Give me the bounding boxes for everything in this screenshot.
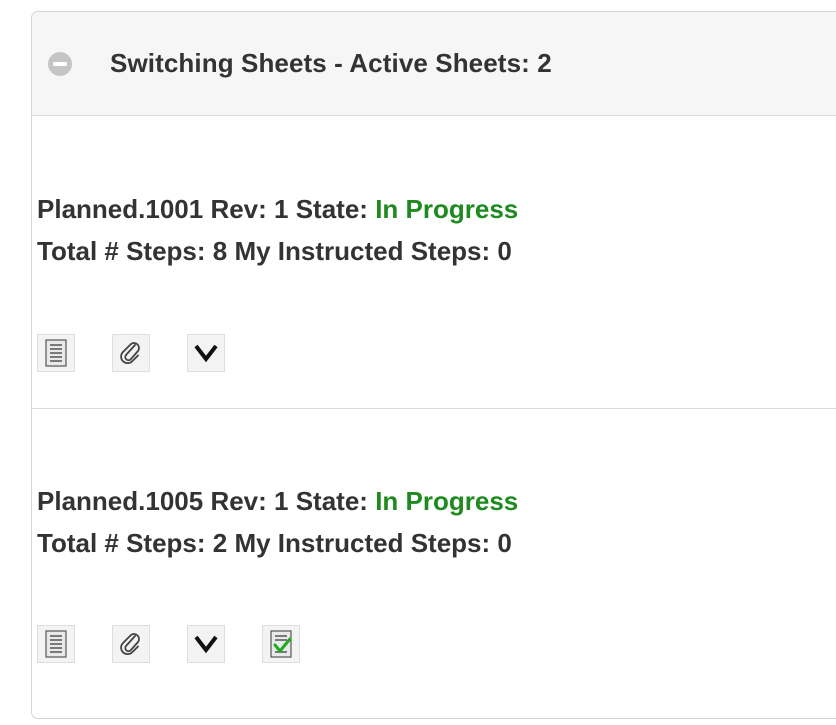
sheet-actions-toolbar — [37, 334, 836, 372]
sheet-revision: Rev: 1 — [210, 194, 289, 224]
view-steps-button[interactable] — [37, 334, 75, 372]
instructed-steps: My Instructed Steps: 0 — [234, 236, 512, 266]
sheet-state-label: State: — [295, 486, 368, 516]
instructed-steps: My Instructed Steps: 0 — [234, 528, 512, 558]
attachments-button[interactable] — [112, 625, 150, 663]
checklist-icon — [270, 630, 292, 658]
collapse-minus-icon[interactable] — [48, 51, 72, 76]
sheet-id[interactable]: Planned.1001 — [37, 194, 203, 224]
view-steps-button[interactable] — [37, 625, 75, 663]
list-icon — [45, 339, 67, 367]
total-steps: Total # Steps: 2 — [37, 528, 228, 558]
sheet-actions-toolbar — [37, 625, 836, 663]
panel-header[interactable]: Switching Sheets - Active Sheets: 2 — [32, 12, 836, 116]
expand-button[interactable] — [187, 625, 225, 663]
paperclip-icon — [120, 342, 140, 364]
expand-button[interactable] — [187, 334, 225, 372]
paperclip-icon — [120, 633, 140, 655]
attachments-button[interactable] — [112, 334, 150, 372]
sheet-revision: Rev: 1 — [210, 486, 289, 516]
sheet-summary-line: Planned.1005 Rev: 1 State: In Progress — [37, 480, 836, 522]
switching-sheets-panel: Switching Sheets - Active Sheets: 2 Plan… — [31, 11, 836, 719]
complete-steps-button[interactable] — [262, 625, 300, 663]
list-icon — [45, 630, 67, 658]
sheet-state-label: State: — [295, 194, 368, 224]
chevron-down-icon — [194, 344, 218, 363]
total-steps: Total # Steps: 8 — [37, 236, 228, 266]
panel-title: Switching Sheets - Active Sheets: 2 — [110, 48, 552, 78]
sheet-state-value: In Progress — [375, 194, 519, 224]
sheet-summary-line: Planned.1001 Rev: 1 State: In Progress — [37, 188, 836, 230]
sheet-steps-line: Total # Steps: 8 My Instructed Steps: 0 — [37, 230, 836, 272]
sheet-steps-line: Total # Steps: 2 My Instructed Steps: 0 — [37, 522, 836, 564]
sheet-id[interactable]: Planned.1005 — [37, 486, 203, 516]
sheet-state-value: In Progress — [375, 486, 519, 516]
switching-sheet-item: Planned.1005 Rev: 1 State: In Progress T… — [32, 409, 836, 718]
chevron-down-icon — [194, 635, 218, 654]
switching-sheet-item: Planned.1001 Rev: 1 State: In Progress T… — [32, 116, 836, 409]
